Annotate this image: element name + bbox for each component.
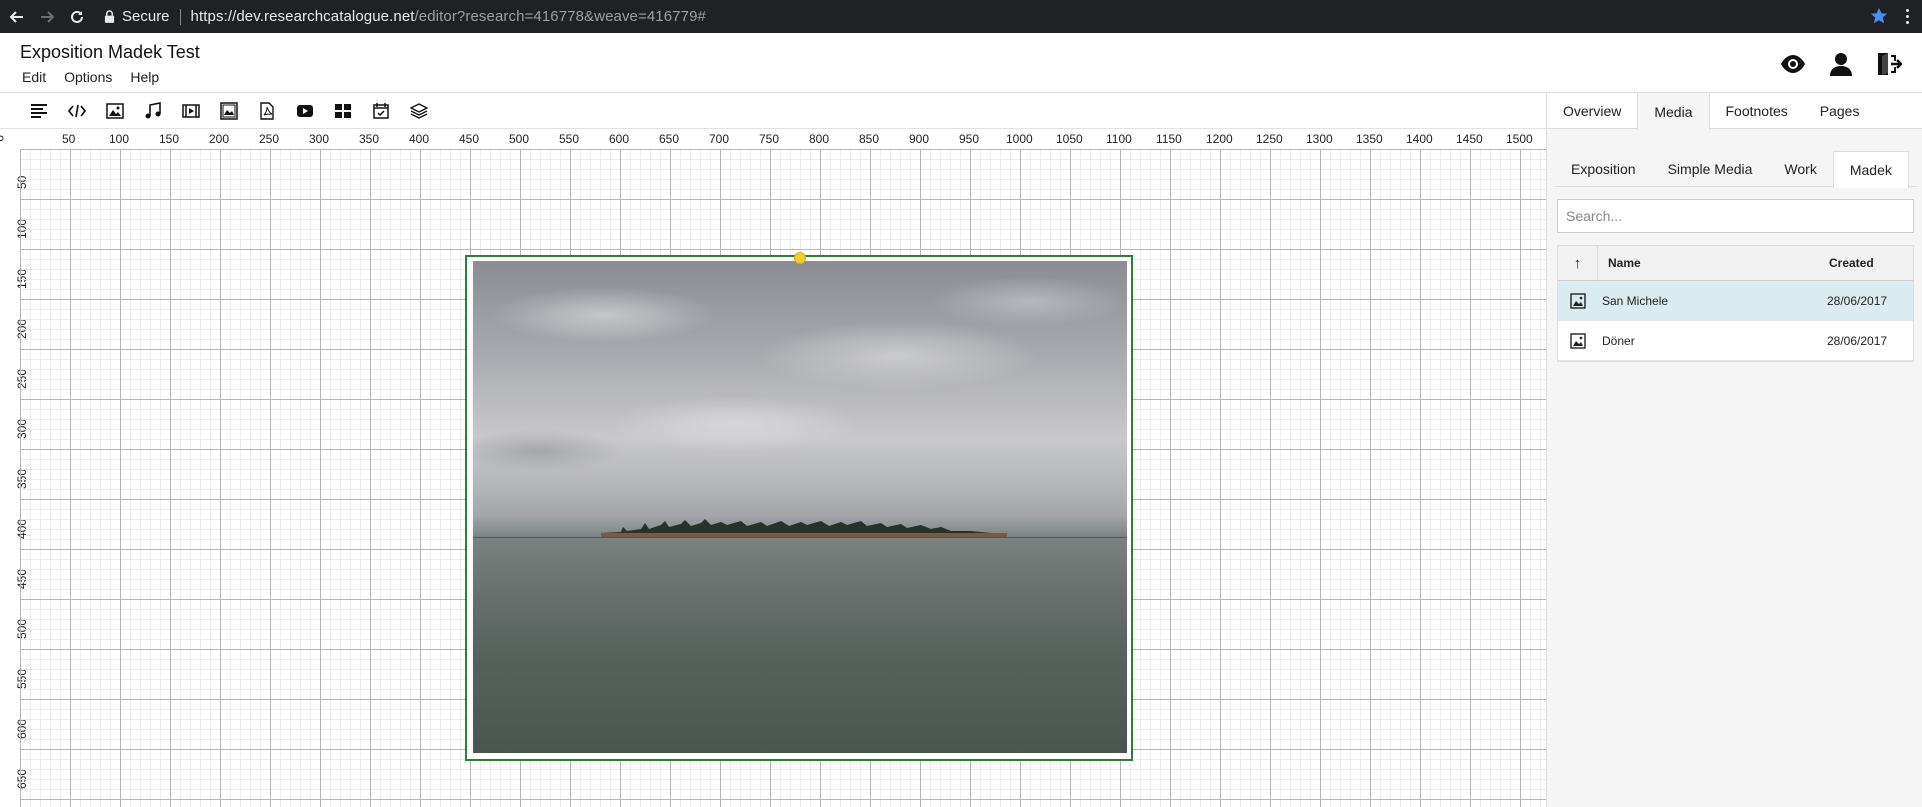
ruler-top-label: 700 <box>709 132 730 146</box>
ruler-top-label: 150 <box>159 132 180 146</box>
ruler-top-label: 300 <box>309 132 330 146</box>
image-file-icon <box>1558 292 1598 309</box>
layers-tool-icon[interactable] <box>404 97 434 125</box>
tool-bar <box>0 93 1546 129</box>
media-created-date: 28/06/2017 <box>1827 333 1888 348</box>
tab-work[interactable]: Work <box>1768 151 1832 187</box>
ruler-top-label: 450 <box>459 132 480 146</box>
media-created-date: 28/06/2017 <box>1827 293 1888 308</box>
ruler-top-label: 1350 <box>1356 132 1383 146</box>
ruler-top-label: 1400 <box>1406 132 1433 146</box>
picture-tool-icon[interactable] <box>100 97 130 125</box>
lock-icon <box>104 10 116 24</box>
ruler-top-label: 1050 <box>1056 132 1083 146</box>
island-silhouette <box>601 519 1007 537</box>
media-table: ↑ Name Created San Michele 28/06/2017 Dö… <box>1557 245 1914 362</box>
pdf-tool-icon[interactable] <box>252 97 282 125</box>
secure-label: Secure <box>122 8 170 25</box>
ruler-top-label: 1200 <box>1206 132 1233 146</box>
slideshow-tool-icon[interactable] <box>214 97 244 125</box>
table-header: ↑ Name Created <box>1558 245 1913 281</box>
ruler-top-label: 1500 <box>1506 132 1533 146</box>
video-tool-icon[interactable] <box>176 97 206 125</box>
column-created-header[interactable]: Created <box>1821 256 1913 270</box>
logout-icon[interactable] <box>1876 51 1903 82</box>
ruler-top-label: 950 <box>959 132 980 146</box>
forward-icon[interactable] <box>34 4 60 30</box>
column-name-header[interactable]: Name <box>1598 256 1821 270</box>
back-icon[interactable] <box>4 4 30 30</box>
reload-icon[interactable] <box>64 4 90 30</box>
note-tool-icon[interactable] <box>366 97 396 125</box>
text-tool-icon[interactable] <box>24 97 54 125</box>
preview-eye-icon[interactable] <box>1780 51 1806 82</box>
ruler-top-label: 600 <box>609 132 630 146</box>
venice-lagoon-image[interactable] <box>473 261 1127 753</box>
media-panel: Overview Media Footnotes Pages Expositio… <box>1546 93 1922 807</box>
table-row[interactable]: San Michele 28/06/2017 <box>1558 281 1913 321</box>
ruler-top-label: 850 <box>859 132 880 146</box>
editor-canvas[interactable]: 0 50100150200250300350400450500550600650… <box>0 129 1546 807</box>
embed-tool-icon[interactable] <box>290 97 320 125</box>
html-tool-icon[interactable] <box>62 97 92 125</box>
ruler-top-label: 250 <box>259 132 280 146</box>
media-name: Döner <box>1602 333 1635 348</box>
menu-options[interactable]: Options <box>64 69 112 85</box>
ruler-top-label: 800 <box>809 132 830 146</box>
url-path: /editor?research=416778&weave=416779# <box>414 8 706 25</box>
url-separator <box>179 8 181 25</box>
tab-overview[interactable]: Overview <box>1547 93 1637 129</box>
ruler-top-label: 750 <box>759 132 780 146</box>
ruler-top-label: 500 <box>509 132 530 146</box>
header-actions <box>1780 51 1903 82</box>
image-file-icon <box>1558 332 1598 349</box>
address-bar[interactable]: https://dev.researchcatalogue.net/editor… <box>191 8 706 25</box>
browser-menu-icon[interactable] <box>1902 7 1912 25</box>
bookmark-star-icon[interactable] <box>1870 7 1888 25</box>
media-name: San Michele <box>1602 293 1669 308</box>
vertical-ruler: 50100150200250300350400450500550600650 <box>0 149 29 807</box>
audio-tool-icon[interactable] <box>138 97 168 125</box>
menu-edit[interactable]: Edit <box>22 69 46 85</box>
ruler-top-label: 350 <box>359 132 380 146</box>
ruler-top-label: 650 <box>659 132 680 146</box>
ruler-top-label: 1250 <box>1256 132 1283 146</box>
shape-tool-icon[interactable] <box>328 97 358 125</box>
menu-help[interactable]: Help <box>130 69 159 85</box>
search-input[interactable] <box>1557 199 1914 233</box>
tab-exposition[interactable]: Exposition <box>1555 151 1652 187</box>
ruler-top-label: 1150 <box>1156 132 1182 146</box>
ruler-top-label: 1000 <box>1006 132 1033 146</box>
tab-media[interactable]: Media <box>1637 93 1710 130</box>
ruler-top-label: 200 <box>209 132 230 146</box>
user-icon[interactable] <box>1828 51 1854 82</box>
tab-simple-media[interactable]: Simple Media <box>1652 151 1769 187</box>
horizontal-ruler: 50 100 150 200 250 300 350 400 450 500 550 600 650 70… <box>20 129 1546 149</box>
url-host: https://dev.researchcatalogue.net <box>190 8 415 25</box>
tab-footnotes[interactable]: Footnotes <box>1710 93 1804 129</box>
tab-pages[interactable]: Pages <box>1804 93 1876 129</box>
main-menu: Edit Options Help <box>22 69 177 85</box>
media-source-tabs: Exposition Simple Media Work Madek <box>1555 151 1917 188</box>
ruler-top-label: 100 <box>109 132 130 146</box>
ruler-top-label: 1300 <box>1306 132 1333 146</box>
sort-ascending-icon[interactable]: ↑ <box>1558 245 1598 281</box>
panel-tabs: Overview Media Footnotes Pages <box>1547 93 1922 130</box>
ruler-top-label: 550 <box>559 132 580 146</box>
horizon-line <box>473 537 1127 538</box>
selected-image-block[interactable] <box>465 252 1133 761</box>
browser-chrome: Secure https://dev.researchcatalogue.net… <box>0 0 1922 33</box>
ruler-top-label: 1450 <box>1456 132 1483 146</box>
ruler-top-label: 50 <box>62 132 76 146</box>
tab-madek[interactable]: Madek <box>1832 151 1909 188</box>
ruler-top-label: 1100 <box>1106 132 1132 146</box>
ruler-top-label: 900 <box>909 132 930 146</box>
ruler-origin-label: 0 <box>0 135 6 142</box>
ruler-top-label: 400 <box>409 132 430 146</box>
app-header: Exposition Madek Test Edit Options Help <box>0 33 1922 93</box>
table-row[interactable]: Döner 28/06/2017 <box>1558 321 1913 361</box>
ruler-corner: 0 <box>0 129 20 149</box>
page-title: Exposition Madek Test <box>20 42 200 62</box>
resize-handle[interactable] <box>794 252 806 264</box>
